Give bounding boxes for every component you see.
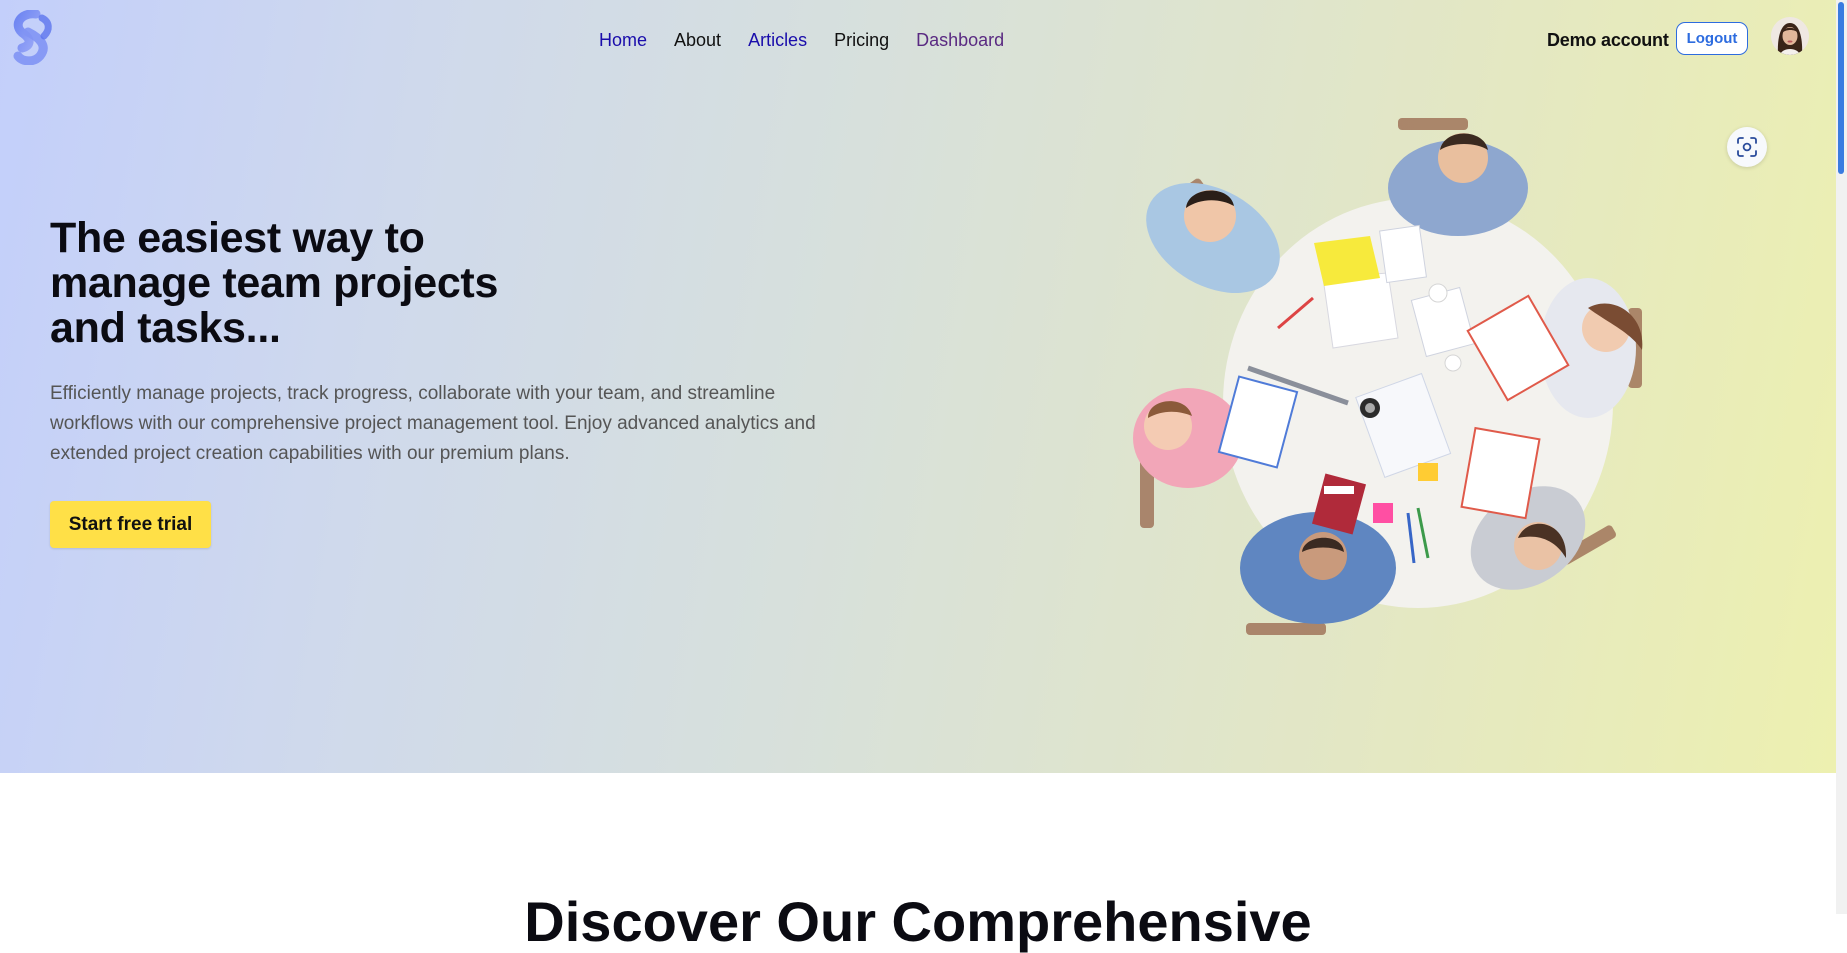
main-nav: Home About Articles Pricing Dashboard xyxy=(599,28,1031,52)
account-name: Demo account xyxy=(1547,30,1669,50)
scrollbar-thumb[interactable] xyxy=(1838,2,1844,174)
avatar-portrait-icon xyxy=(1771,17,1809,55)
hero-description: Efficiently manage projects, track progr… xyxy=(50,383,816,464)
nav-dashboard-link[interactable]: Dashboard xyxy=(916,28,1004,52)
page-scrollbar[interactable] xyxy=(1836,0,1847,914)
logout-button[interactable]: Logout xyxy=(1676,22,1748,55)
team-meeting-illustration xyxy=(1133,118,1643,635)
nav-about-link[interactable]: About xyxy=(674,28,721,52)
section-heading: Discover Our Comprehensive xyxy=(524,890,1312,953)
start-free-trial-button[interactable]: Start free trial xyxy=(50,501,211,548)
scan-button[interactable] xyxy=(1727,127,1767,167)
nav-home-link[interactable]: Home xyxy=(599,28,647,52)
hero-section: Home About Articles Pricing Dashboard De… xyxy=(0,0,1836,773)
user-avatar[interactable] xyxy=(1771,17,1809,55)
brand-logo-icon[interactable] xyxy=(6,10,54,65)
scan-icon xyxy=(1737,137,1757,157)
nav-articles-link[interactable]: Articles xyxy=(748,28,807,52)
nav-pricing-link[interactable]: Pricing xyxy=(834,28,889,52)
hero-headline: The easiest way to manage team projects … xyxy=(50,214,499,352)
